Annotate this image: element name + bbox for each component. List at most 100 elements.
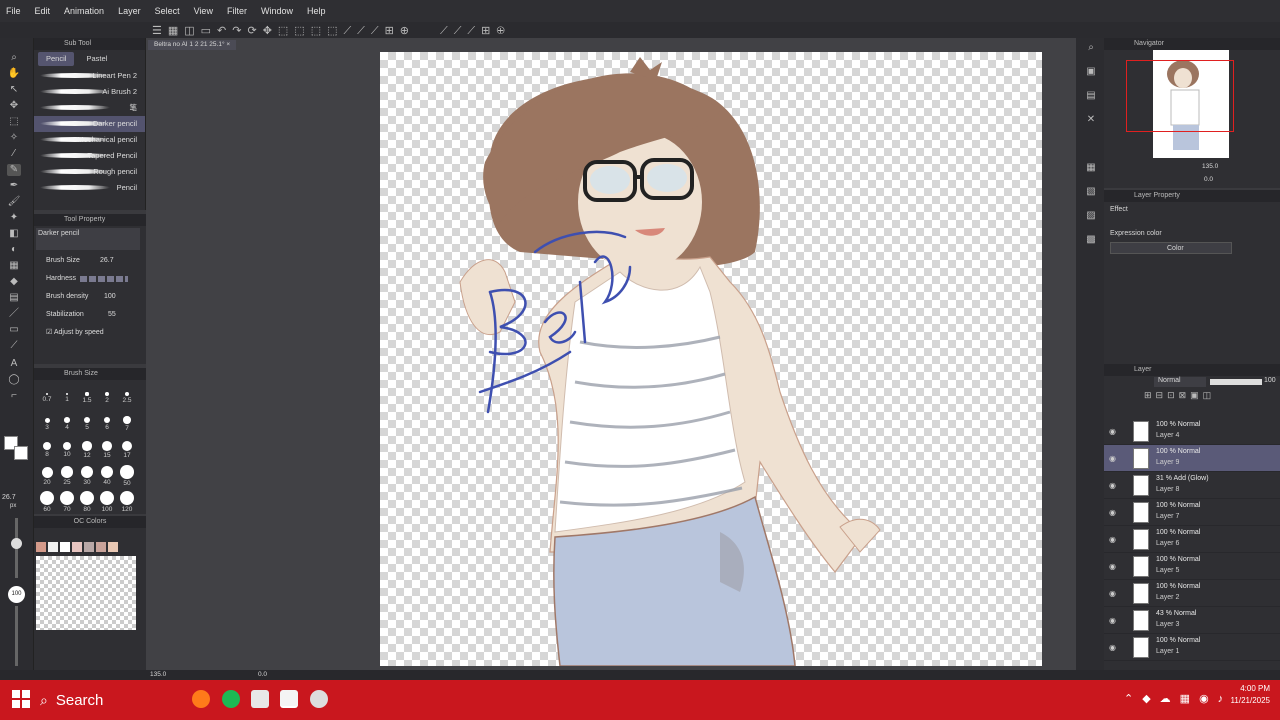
brush-size-preset[interactable]: 100 [98, 488, 116, 513]
brush-item[interactable]: 笔 [34, 100, 145, 116]
taskbar-search[interactable]: ⌕ Search [40, 684, 182, 716]
spotify-icon[interactable] [222, 690, 240, 708]
wand-tool-icon[interactable]: ✧ [7, 132, 21, 144]
menu-animation[interactable]: Animation [64, 6, 104, 16]
command-icons[interactable]: ☰▦◫▭↶↷⟳✥⬚⬚⬚⬚⟋⟋⟋⊞⊕ [152, 24, 415, 38]
layer-row[interactable]: ◉ 100 % Normal Layer 5 [1104, 553, 1280, 580]
color-set-grid[interactable] [36, 556, 136, 630]
menu-layer[interactable]: Layer [118, 6, 141, 16]
airbrush-icon[interactable]: ✦ [7, 212, 21, 224]
brush-item[interactable]: Rough pencil [34, 164, 145, 180]
layer-row[interactable]: ◉ 100 % Normal Layer 2 [1104, 580, 1280, 607]
layer-row[interactable]: ◉ 100 % Normal Layer 1 [1104, 634, 1280, 661]
document-tab[interactable]: Beltra no AI 1 2 21 25.1° × [148, 40, 237, 50]
windows-start-icon[interactable] [12, 690, 30, 708]
selection-tool-icon[interactable]: ⬚ [7, 116, 21, 128]
brush-size-preset[interactable]: 2.5 [118, 384, 136, 408]
brush-item[interactable]: Pencil [34, 180, 145, 196]
checkbox-icon[interactable]: ☑ [46, 329, 54, 336]
brush-size-preset[interactable]: 2 [98, 384, 116, 408]
blend-tool-icon[interactable]: ◐ [7, 244, 21, 256]
close-panel-icon[interactable]: ✕ [1084, 114, 1098, 126]
tab-pastel[interactable]: Pastel [74, 52, 119, 66]
firefox-icon[interactable] [192, 690, 210, 708]
brush-item-selected[interactable]: Darker pencil [34, 116, 145, 132]
menu-window[interactable]: Window [261, 6, 293, 16]
eye-icon[interactable]: ◉ [1109, 508, 1116, 517]
color-swatch[interactable] [108, 542, 118, 552]
eye-icon[interactable]: ◉ [1109, 562, 1116, 571]
eraser-icon[interactable]: ◧ [7, 228, 21, 240]
brush-size-preset[interactable]: 6 [98, 410, 116, 434]
color-swatch[interactable] [72, 542, 82, 552]
move-tool-icon[interactable]: ✥ [7, 100, 21, 112]
brush-tool-icon[interactable]: 🖌 [7, 196, 21, 208]
pattern-tool-icon[interactable]: ▦ [7, 260, 21, 272]
frame-tool-icon[interactable]: ▭ [7, 324, 21, 336]
hardness-row[interactable]: Hardness [34, 270, 146, 288]
search-panel-icon[interactable]: ⌕ [1084, 42, 1098, 54]
ruler-icons[interactable]: ⟋⟋⟋⊞⊕ [440, 24, 511, 38]
zoom-tool-icon[interactable]: ⌕ [7, 52, 21, 64]
fill-tool-icon[interactable]: ◆ [7, 276, 21, 288]
text-tool-icon[interactable]: A [7, 358, 21, 370]
brush-size-preset[interactable]: 25 [58, 462, 76, 486]
pen-tool-icon[interactable]: ✒ [7, 180, 21, 192]
brush-item[interactable]: Tapered Pencil [34, 148, 145, 164]
clip-studio-icon[interactable] [280, 690, 298, 708]
eye-icon[interactable]: ◉ [1109, 454, 1116, 463]
color-swatch[interactable] [84, 542, 94, 552]
color-swatch[interactable] [96, 542, 106, 552]
brush-size-preset[interactable]: 120 [118, 488, 136, 513]
brush-item[interactable]: Ai Brush 2 [34, 84, 145, 100]
menu-view[interactable]: View [194, 6, 213, 16]
drawing-canvas[interactable] [380, 52, 1042, 666]
layer-tool-icons[interactable]: ⊞⊟⊡⊠▣◫ [1144, 390, 1215, 401]
animation-icon[interactable]: ▨ [1084, 210, 1098, 222]
eye-icon[interactable]: ◉ [1109, 643, 1116, 652]
color-swatch[interactable] [36, 542, 46, 552]
brush-size-row[interactable]: Brush Size 26.7 [34, 252, 146, 270]
eye-icon[interactable]: ◉ [1109, 427, 1116, 436]
stabilization-row[interactable]: Stabilization 55 [34, 306, 146, 324]
app-icon[interactable] [251, 690, 269, 708]
menu-filter[interactable]: Filter [227, 6, 247, 16]
operation-tool-icon[interactable]: ↖ [7, 84, 21, 96]
figure-tool-icon[interactable]: ／ [7, 308, 21, 320]
ruler-tool-icon[interactable]: ⟋ [7, 340, 21, 352]
eye-icon[interactable]: ◉ [1109, 481, 1116, 490]
eye-icon[interactable]: ◉ [1109, 616, 1116, 625]
navigator-rotation[interactable]: 0.0 [1204, 176, 1213, 183]
tray-icons[interactable]: ⌃◆☁▦◉♪ [1124, 692, 1232, 705]
material-icon[interactable]: ▣ [1084, 66, 1098, 78]
info-icon[interactable]: ▩ [1084, 234, 1098, 246]
timeline-icon[interactable]: ▧ [1084, 186, 1098, 198]
menu-edit[interactable]: Edit [35, 6, 51, 16]
eyedropper-icon[interactable]: ⁄ [7, 148, 21, 160]
brush-size-preset[interactable]: 70 [58, 488, 76, 513]
brush-size-preset[interactable]: 7 [118, 410, 136, 434]
navigator-zoom[interactable]: 135.0 [1202, 163, 1218, 170]
brush-size-preset[interactable]: 15 [98, 436, 116, 460]
navigator-viewport[interactable] [1126, 60, 1234, 132]
brush-size-preset[interactable]: 50 [118, 462, 136, 487]
layer-panel-icon[interactable]: ▦ [1084, 162, 1098, 174]
layer-row[interactable]: ◉ 100 % Normal Layer 7 [1104, 499, 1280, 526]
eye-icon[interactable]: ◉ [1109, 589, 1116, 598]
brush-density-value[interactable]: 100 [104, 288, 116, 306]
brush-size-preset[interactable]: 20 [38, 462, 56, 486]
brush-size-preset[interactable]: 0.7 [38, 384, 56, 408]
obs-icon[interactable] [310, 690, 328, 708]
gradient-tool-icon[interactable]: ▤ [7, 292, 21, 304]
stabilization-value[interactable]: 55 [108, 306, 116, 324]
layer-row[interactable]: ◉ 100 % Normal Layer 6 [1104, 526, 1280, 553]
brush-size-preset[interactable]: 80 [78, 488, 96, 513]
brush-size-preset[interactable]: 30 [78, 462, 96, 486]
correct-line-icon[interactable]: ⌐ [7, 390, 21, 402]
layer-row[interactable]: ◉ 43 % Normal Layer 3 [1104, 607, 1280, 634]
brush-size-preset[interactable]: 8 [38, 436, 56, 460]
color-swatch[interactable] [48, 542, 58, 552]
color-swatch[interactable] [60, 542, 70, 552]
brush-item[interactable]: Lineart Pen 2 [34, 68, 145, 84]
layer-row[interactable]: ◉ 100 % Normal Layer 4 [1104, 418, 1280, 445]
